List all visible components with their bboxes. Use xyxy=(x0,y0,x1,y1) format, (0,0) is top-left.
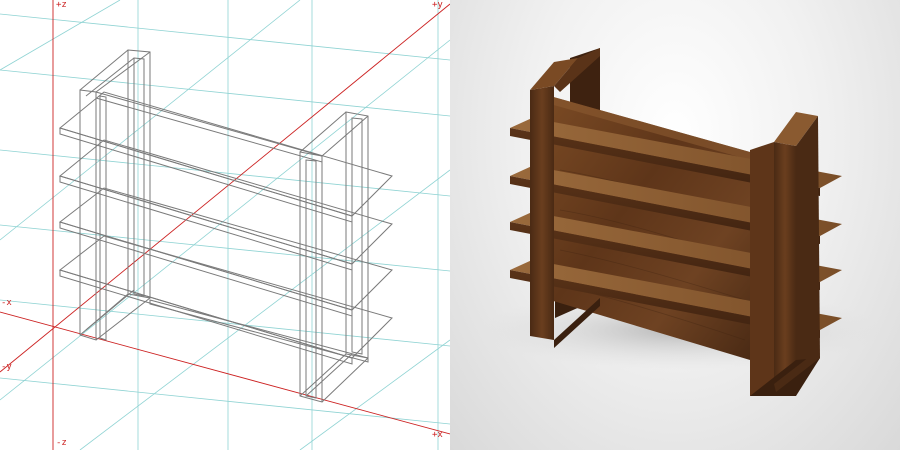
axis-label-z-pos: +z xyxy=(56,0,67,10)
wireframe-viewport[interactable]: +z +y -x -y -z +x xyxy=(0,0,450,450)
grid-lines xyxy=(0,0,450,450)
axis-lines xyxy=(0,0,450,450)
axis-label-x-pos: +x xyxy=(432,430,443,440)
render-canvas[interactable] xyxy=(450,0,900,450)
axis-label-z-neg: -z xyxy=(56,438,67,448)
render-viewport[interactable] xyxy=(450,0,900,450)
axis-label-x-neg: -x xyxy=(1,298,12,308)
axis-label-y-pos: +y xyxy=(432,0,443,10)
axis-label-y-neg: -y xyxy=(1,362,12,372)
dual-viewport: +z +y -x -y -z +x xyxy=(0,0,900,450)
shelf-wireframe xyxy=(58,49,393,403)
wireframe-canvas[interactable] xyxy=(0,0,450,450)
